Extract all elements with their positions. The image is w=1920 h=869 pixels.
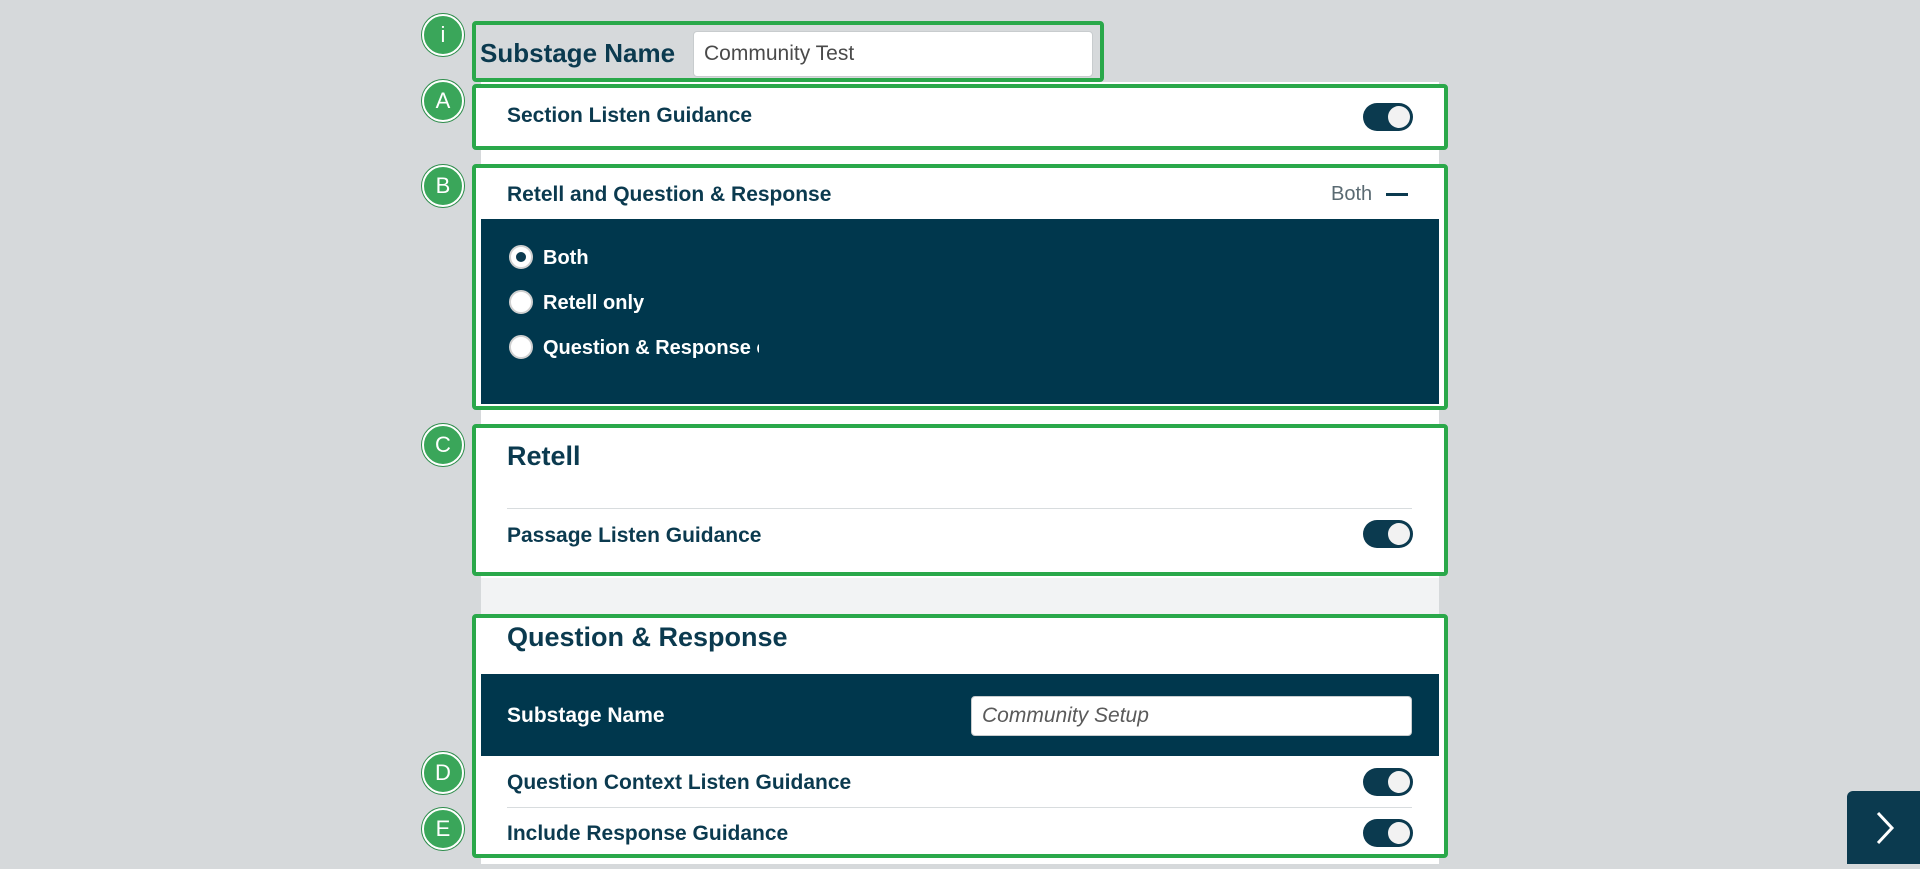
qr-divider: [507, 807, 1412, 808]
radio-both-label[interactable]: Both: [543, 247, 589, 270]
toggle-knob: [1388, 771, 1410, 793]
marker-i: i: [422, 14, 464, 56]
qr-heading: Question & Response: [507, 622, 788, 652]
passage-listen-label: Passage Listen Guidance: [507, 524, 762, 547]
marker-a: A: [422, 80, 464, 122]
section-listen-toggle[interactable]: [1363, 103, 1413, 131]
toggle-knob: [1388, 106, 1410, 128]
qr-substage-input[interactable]: Community Setup: [971, 696, 1412, 736]
response-guidance-label: Include Response Guidance: [507, 822, 789, 845]
marker-d: D: [422, 752, 464, 794]
substage-name-input[interactable]: Community Test: [693, 31, 1093, 77]
marker-c: C: [422, 424, 464, 466]
toggle-knob: [1388, 523, 1410, 545]
column-gap: [481, 578, 1439, 618]
next-button[interactable]: [1847, 791, 1920, 864]
radio-qr-only[interactable]: [509, 335, 533, 359]
passage-listen-toggle[interactable]: [1363, 520, 1413, 548]
radio-qr-only-label[interactable]: Question & Response only: [543, 337, 759, 360]
retell-qr-selected-value: Both: [1331, 183, 1373, 205]
qr-substage-label: Substage Name: [507, 704, 665, 727]
retell-heading: Retell: [507, 441, 581, 471]
question-context-toggle[interactable]: [1363, 768, 1413, 796]
chevron-right-icon: [1876, 811, 1895, 845]
radio-retell-only-label[interactable]: Retell only: [543, 292, 644, 315]
substage-name-label: Substage Name: [480, 38, 676, 68]
toggle-knob: [1388, 822, 1410, 844]
marker-e: E: [422, 808, 464, 850]
radio-both[interactable]: [509, 245, 533, 269]
response-guidance-toggle[interactable]: [1363, 819, 1413, 847]
question-context-label: Question Context Listen Guidance: [507, 771, 852, 794]
section-listen-label: Section Listen Guidance: [507, 104, 753, 127]
retell-panel: [472, 424, 1448, 576]
retell-qr-label: Retell and Question & Response: [507, 183, 832, 206]
radio-retell-only[interactable]: [509, 290, 533, 314]
retell-divider: [507, 508, 1412, 509]
minus-icon[interactable]: [1386, 193, 1408, 196]
marker-b: B: [422, 165, 464, 207]
